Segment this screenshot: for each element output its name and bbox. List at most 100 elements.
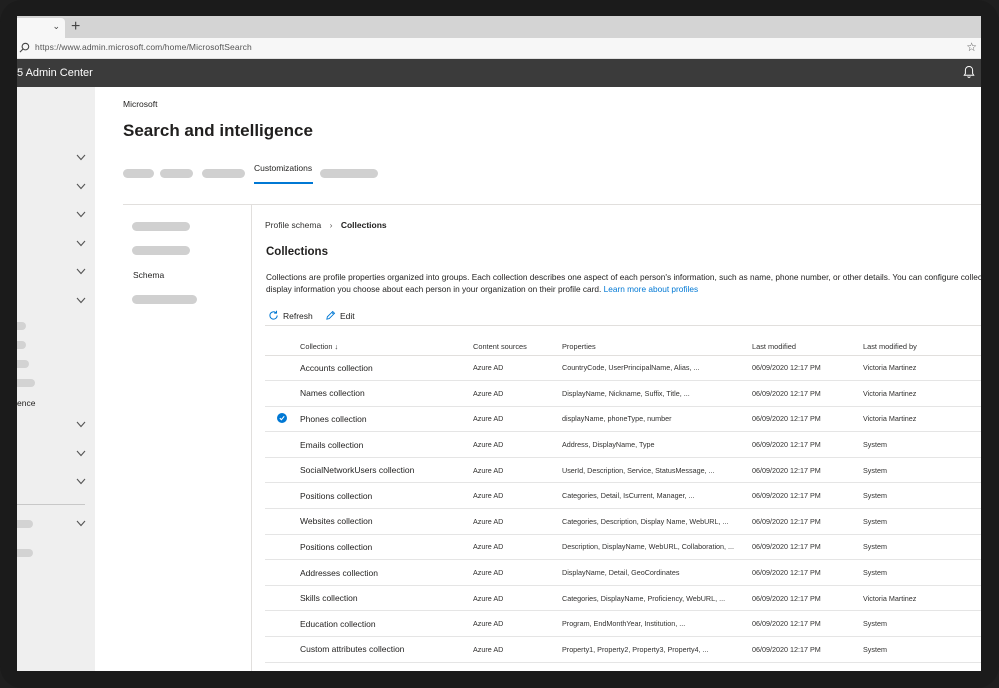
chevron-down-icon[interactable] bbox=[76, 297, 86, 304]
chevron-down-icon[interactable] bbox=[76, 450, 86, 457]
table-header-row: Collection ↓ Content sources Properties … bbox=[265, 338, 981, 355]
collection-name-cell[interactable]: Emails collection bbox=[300, 432, 473, 458]
table-row[interactable]: Education collectionAzure ADProgram, End… bbox=[265, 611, 981, 637]
chevron-down-icon[interactable] bbox=[76, 154, 86, 161]
table-row[interactable]: Skills collectionAzure ADCategories, Dis… bbox=[265, 585, 981, 611]
collection-name-cell[interactable]: Phones collection bbox=[300, 406, 473, 432]
row-select-cell[interactable] bbox=[265, 637, 300, 663]
app-title[interactable]: 5 Admin Center bbox=[17, 67, 93, 79]
section-title: Collections bbox=[266, 246, 328, 258]
tab-customizations[interactable]: Customizations bbox=[254, 163, 312, 173]
chevron-down-icon[interactable] bbox=[76, 520, 86, 527]
collection-name-cell[interactable]: Education collection bbox=[300, 611, 473, 637]
edit-button[interactable]: Edit bbox=[325, 310, 355, 321]
collection-name-cell[interactable]: Websites collection bbox=[300, 509, 473, 535]
row-select-cell[interactable] bbox=[265, 457, 300, 483]
chevron-down-icon[interactable] bbox=[76, 478, 86, 485]
properties-cell: Categories, DisplayName, Proficiency, We… bbox=[562, 585, 752, 611]
left-nav: ence bbox=[17, 87, 95, 671]
url-text[interactable]: https://www.admin.microsoft.com/home/Mic… bbox=[35, 42, 252, 52]
tab-placeholder[interactable] bbox=[202, 169, 245, 178]
sort-descending-icon[interactable]: ↓ bbox=[335, 342, 339, 351]
search-icon bbox=[19, 42, 30, 53]
nav-item-placeholder[interactable] bbox=[17, 520, 33, 528]
row-select-cell[interactable] bbox=[265, 406, 300, 432]
column-header-collection[interactable]: Collection ↓ bbox=[300, 338, 473, 355]
nav-subitem-placeholder[interactable] bbox=[17, 322, 26, 330]
tab-placeholder[interactable] bbox=[320, 169, 378, 178]
nav-subitem-placeholder[interactable] bbox=[17, 379, 35, 387]
content-source-cell: Azure AD bbox=[473, 432, 562, 458]
new-tab-button[interactable]: + bbox=[71, 17, 80, 37]
table-row[interactable]: Addresses collectionAzure ADDisplayName,… bbox=[265, 560, 981, 586]
breadcrumb-profile-schema[interactable]: Profile schema bbox=[265, 220, 321, 230]
collection-name-cell[interactable]: Names collection bbox=[300, 381, 473, 407]
column-header-last-modified-by[interactable]: Last modified by bbox=[863, 338, 981, 355]
row-select-cell[interactable] bbox=[265, 534, 300, 560]
breadcrumb-current: Collections bbox=[341, 220, 387, 230]
row-select-cell[interactable] bbox=[265, 483, 300, 509]
chevron-down-icon[interactable] bbox=[76, 240, 86, 247]
column-header-properties[interactable]: Properties bbox=[562, 338, 752, 355]
select-column-header[interactable] bbox=[265, 338, 300, 355]
collection-name-cell[interactable]: Positions collection bbox=[300, 483, 473, 509]
collection-name-cell[interactable]: Positions collection bbox=[300, 534, 473, 560]
tab-placeholder[interactable] bbox=[123, 169, 154, 178]
chevron-down-icon[interactable] bbox=[76, 183, 86, 190]
subnav-item-placeholder[interactable] bbox=[132, 222, 190, 231]
row-select-cell[interactable] bbox=[265, 432, 300, 458]
chevron-down-icon[interactable] bbox=[76, 268, 86, 275]
subnav-item-schema[interactable]: Schema bbox=[133, 270, 164, 280]
nav-subitem-placeholder[interactable] bbox=[17, 341, 26, 349]
column-header-content-sources[interactable]: Content sources bbox=[473, 338, 562, 355]
browser-tab[interactable]: ⌄ bbox=[17, 18, 65, 38]
content-source-cell: Azure AD bbox=[473, 585, 562, 611]
table-row[interactable]: Emails collectionAzure ADAddress, Displa… bbox=[265, 432, 981, 458]
table-row[interactable]: Positions collectionAzure ADDescription,… bbox=[265, 534, 981, 560]
chevron-down-icon[interactable] bbox=[76, 421, 86, 428]
notification-bell-icon[interactable] bbox=[963, 65, 975, 79]
chevron-right-icon: › bbox=[330, 220, 333, 230]
favorite-star-icon[interactable]: ☆ bbox=[966, 40, 977, 54]
row-select-cell[interactable] bbox=[265, 509, 300, 535]
row-select-cell[interactable] bbox=[265, 560, 300, 586]
tab-dropdown-icon[interactable]: ⌄ bbox=[52, 21, 60, 32]
collection-name-cell[interactable]: Accounts collection bbox=[300, 355, 473, 381]
learn-more-link[interactable]: Learn more about profiles bbox=[604, 284, 699, 294]
nav-item-placeholder[interactable] bbox=[17, 549, 33, 557]
nav-subitem-placeholder[interactable] bbox=[17, 360, 29, 368]
last-modified-cell: 06/09/2020 12:17 PM bbox=[752, 534, 863, 560]
column-header-last-modified[interactable]: Last modified bbox=[752, 338, 863, 355]
table-row[interactable]: Websites collectionAzure ADCategories, D… bbox=[265, 509, 981, 535]
nav-item-search-and-intelligence[interactable]: ence bbox=[17, 398, 35, 408]
content-source-cell: Azure AD bbox=[473, 483, 562, 509]
checkmark-circle-icon[interactable] bbox=[277, 413, 287, 423]
properties-cell: Address, DisplayName, Type bbox=[562, 432, 752, 458]
table-row[interactable]: SocialNetworkUsers collectionAzure ADUse… bbox=[265, 457, 981, 483]
collection-name-cell[interactable]: Custom attributes collection bbox=[300, 637, 473, 663]
last-modified-cell: 06/09/2020 12:17 PM bbox=[752, 483, 863, 509]
tab-placeholder[interactable] bbox=[160, 169, 193, 178]
table-row[interactable]: Positions collectionAzure ADCategories, … bbox=[265, 483, 981, 509]
table-row[interactable]: Custom attributes collectionAzure ADProp… bbox=[265, 637, 981, 663]
row-select-cell[interactable] bbox=[265, 355, 300, 381]
refresh-icon bbox=[268, 310, 279, 321]
table-row[interactable]: Accounts collectionAzure ADCountryCode, … bbox=[265, 355, 981, 381]
subnav-item-placeholder[interactable] bbox=[132, 295, 197, 304]
address-bar[interactable]: https://www.admin.microsoft.com/home/Mic… bbox=[17, 38, 981, 59]
subnav-item-placeholder[interactable] bbox=[132, 246, 190, 255]
chevron-down-icon[interactable] bbox=[76, 211, 86, 218]
breadcrumb: Profile schema › Collections bbox=[265, 220, 387, 230]
table-row[interactable]: Names collectionAzure ADDisplayName, Nic… bbox=[265, 381, 981, 407]
row-select-cell[interactable] bbox=[265, 611, 300, 637]
table-row[interactable]: Phones collectionAzure ADdisplayName, ph… bbox=[265, 406, 981, 432]
row-select-cell[interactable] bbox=[265, 381, 300, 407]
row-select-cell[interactable] bbox=[265, 585, 300, 611]
page-title: Search and intelligence bbox=[123, 121, 313, 141]
refresh-button[interactable]: Refresh bbox=[268, 310, 313, 321]
collection-name-cell[interactable]: SocialNetworkUsers collection bbox=[300, 457, 473, 483]
last-modified-by-cell: System bbox=[863, 560, 981, 586]
app-header: 5 Admin Center bbox=[17, 59, 981, 87]
collection-name-cell[interactable]: Skills collection bbox=[300, 585, 473, 611]
collection-name-cell[interactable]: Addresses collection bbox=[300, 560, 473, 586]
